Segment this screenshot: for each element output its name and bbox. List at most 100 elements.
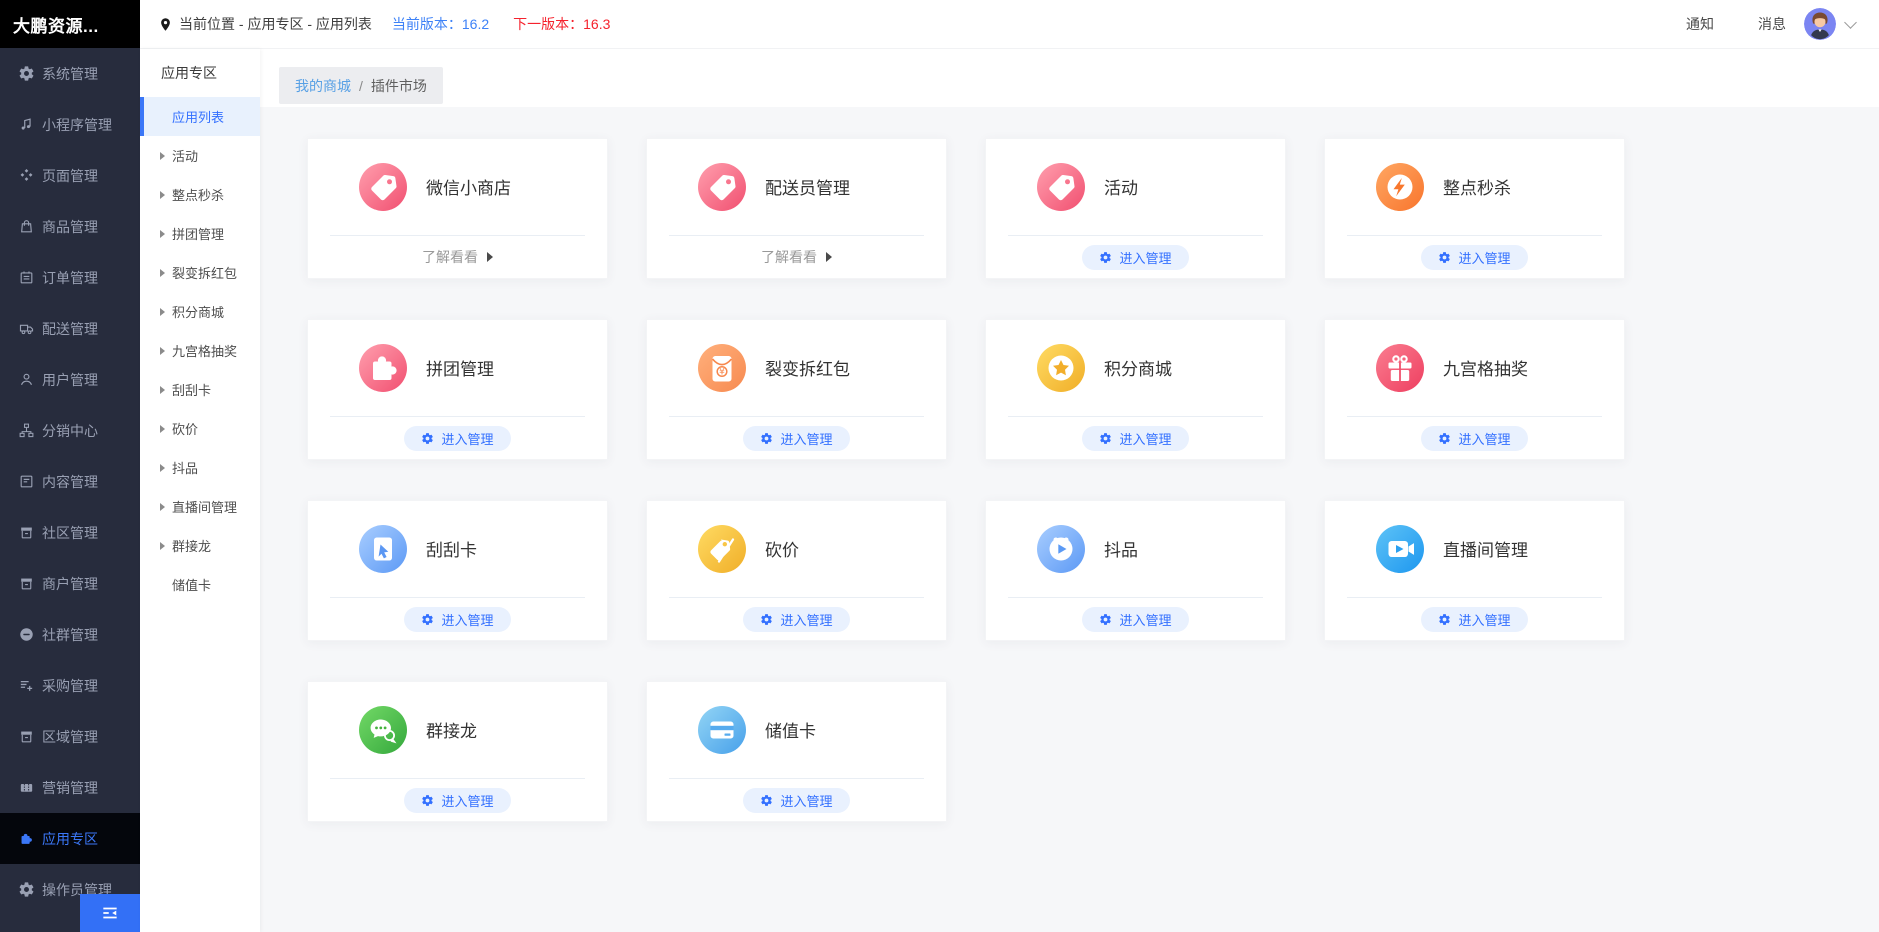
sidebar-item-marketing[interactable]: 营销管理	[0, 762, 140, 813]
sidebar-collapse-button[interactable]	[80, 894, 140, 932]
sidebar-item-content[interactable]: 内容管理	[0, 456, 140, 507]
app-card-grid: 微信小商店 了解看看 配送员管理	[307, 138, 1879, 822]
enter-manage-button[interactable]: 进入管理	[1421, 426, 1527, 451]
gear-icon	[18, 881, 35, 898]
enter-manage-button[interactable]: 进入管理	[1082, 426, 1188, 451]
sidebar-item-system[interactable]: 系统管理	[0, 48, 140, 99]
app-card-title: 微信小商店	[426, 174, 511, 199]
gear-icon	[421, 794, 434, 807]
sidebar-item-apps[interactable]: 应用专区	[0, 813, 140, 864]
breadcrumb-link-my-mall[interactable]: 我的商城	[295, 76, 351, 96]
enter-manage-button[interactable]: 进入管理	[1421, 245, 1527, 270]
submenu-item-flash-sale[interactable]: 整点秒杀	[140, 175, 260, 214]
sidebar-item-distribution[interactable]: 分销中心	[0, 405, 140, 456]
slash-tag-icon	[698, 525, 746, 573]
enter-manage-button[interactable]: 进入管理	[1421, 607, 1527, 632]
sidebar-item-label: 用户管理	[42, 370, 98, 390]
enter-manage-button[interactable]: 进入管理	[404, 426, 510, 451]
submenu-item-activity[interactable]: 活动	[140, 136, 260, 175]
breadcrumb-separator: /	[359, 78, 363, 94]
app-logo: 大鹏资源...	[0, 0, 140, 48]
lightning-icon	[1376, 163, 1424, 211]
sidebar-item-label: 采购管理	[42, 676, 98, 696]
enter-manage-button[interactable]: 进入管理	[1082, 607, 1188, 632]
submenu-item-bargain[interactable]: 砍价	[140, 409, 260, 448]
sidebar-item-label: 配送管理	[42, 319, 98, 339]
gear-icon	[760, 794, 773, 807]
gear-icon	[760, 613, 773, 626]
app-card-douping: 抖品 进入管理	[985, 500, 1286, 641]
app-card-title: 直播间管理	[1443, 536, 1528, 561]
red-envelope-icon: ¥	[698, 344, 746, 392]
sidebar-item-groups[interactable]: 社群管理	[0, 609, 140, 660]
sidebar-item-community[interactable]: 社区管理	[0, 507, 140, 558]
app-card-title: 储值卡	[765, 717, 816, 742]
app-card-flash-sale: 整点秒杀 进入管理	[1324, 138, 1625, 279]
sidebar-item-merchant[interactable]: 商户管理	[0, 558, 140, 609]
chevron-down-icon[interactable]	[1844, 16, 1857, 29]
messages-link[interactable]: 消息	[1758, 14, 1786, 34]
enter-manage-button[interactable]: 进入管理	[404, 788, 510, 813]
scratch-card-icon	[359, 525, 407, 573]
enter-manage-button[interactable]: 进入管理	[743, 607, 849, 632]
user-avatar[interactable]	[1804, 8, 1836, 40]
sidebar-item-purchase[interactable]: 采购管理	[0, 660, 140, 711]
sidebar-item-label: 内容管理	[42, 472, 98, 492]
submenu-item-app-list[interactable]: 应用列表	[140, 97, 260, 136]
sidebar-item-goods[interactable]: 商品管理	[0, 201, 140, 252]
gear-icon	[421, 613, 434, 626]
submenu-item-lucky-draw[interactable]: 九宫格抽奖	[140, 331, 260, 370]
puzzle-icon	[18, 830, 35, 847]
credit-card-icon	[698, 706, 746, 754]
submenu-item-group-buy[interactable]: 拼团管理	[140, 214, 260, 253]
enter-manage-button[interactable]: 进入管理	[1082, 245, 1188, 270]
avatar-image	[1804, 8, 1836, 40]
submenu-item-live-room[interactable]: 直播间管理	[140, 487, 260, 526]
app-card-title: 抖品	[1104, 536, 1138, 561]
app-card-title: 刮刮卡	[426, 536, 477, 561]
enter-manage-button[interactable]: 进入管理	[743, 426, 849, 451]
sidebar-item-miniprogram[interactable]: 小程序管理	[0, 99, 140, 150]
truck-icon	[18, 320, 35, 337]
enter-manage-button[interactable]: 进入管理	[743, 788, 849, 813]
submenu-item-scratch-card[interactable]: 刮刮卡	[140, 370, 260, 409]
app-card-title: 裂变拆红包	[765, 355, 850, 380]
tag-icon	[1037, 163, 1085, 211]
learn-more-link[interactable]: 了解看看	[422, 247, 493, 267]
main-sidebar: 大鹏资源... 系统管理 小程序管理 页面管理 商品管理 订单管理	[0, 0, 140, 932]
arrow-right-icon	[826, 252, 832, 262]
sidebar-item-label: 商品管理	[42, 217, 98, 237]
submenu-item-douping[interactable]: 抖品	[140, 448, 260, 487]
sidebar-item-orders[interactable]: 订单管理	[0, 252, 140, 303]
order-calendar-icon	[18, 269, 35, 286]
main-nav: 系统管理 小程序管理 页面管理 商品管理 订单管理 配送管理	[0, 48, 140, 915]
goods-bag-icon	[18, 218, 35, 235]
sidebar-item-label: 小程序管理	[42, 115, 112, 135]
submenu-item-red-packet[interactable]: 裂变拆红包	[140, 253, 260, 292]
sidebar-item-pages[interactable]: 页面管理	[0, 150, 140, 201]
current-location-label: 当前位置 - 应用专区 - 应用列表	[179, 14, 372, 34]
enter-manage-button[interactable]: 进入管理	[404, 607, 510, 632]
notifications-link[interactable]: 通知	[1686, 14, 1714, 34]
app-card-lucky-draw: 九宫格抽奖 进入管理	[1324, 319, 1625, 460]
sidebar-item-label: 区域管理	[42, 727, 98, 747]
gear-icon	[1099, 613, 1112, 626]
list-plus-icon	[18, 677, 35, 694]
current-location: 当前位置 - 应用专区 - 应用列表	[158, 14, 372, 34]
gear-icon	[760, 432, 773, 445]
submenu-item-group-chain[interactable]: 群接龙	[140, 526, 260, 565]
submenu-title: 应用专区	[140, 49, 260, 97]
chevron-right-icon	[160, 308, 165, 316]
breadcrumb-current: 插件市场	[371, 76, 427, 96]
sidebar-item-region[interactable]: 区域管理	[0, 711, 140, 762]
sidebar-item-delivery[interactable]: 配送管理	[0, 303, 140, 354]
app-card-title: 活动	[1104, 174, 1138, 199]
gear-icon	[18, 65, 35, 82]
submenu-item-points-mall[interactable]: 积分商城	[140, 292, 260, 331]
learn-more-link[interactable]: 了解看看	[761, 247, 832, 267]
breadcrumb-bar: 我的商城 / 插件市场	[260, 49, 1879, 107]
gear-icon	[1438, 432, 1451, 445]
box-icon	[18, 524, 35, 541]
submenu-item-stored-card[interactable]: 储值卡	[140, 565, 260, 604]
sidebar-item-users[interactable]: 用户管理	[0, 354, 140, 405]
